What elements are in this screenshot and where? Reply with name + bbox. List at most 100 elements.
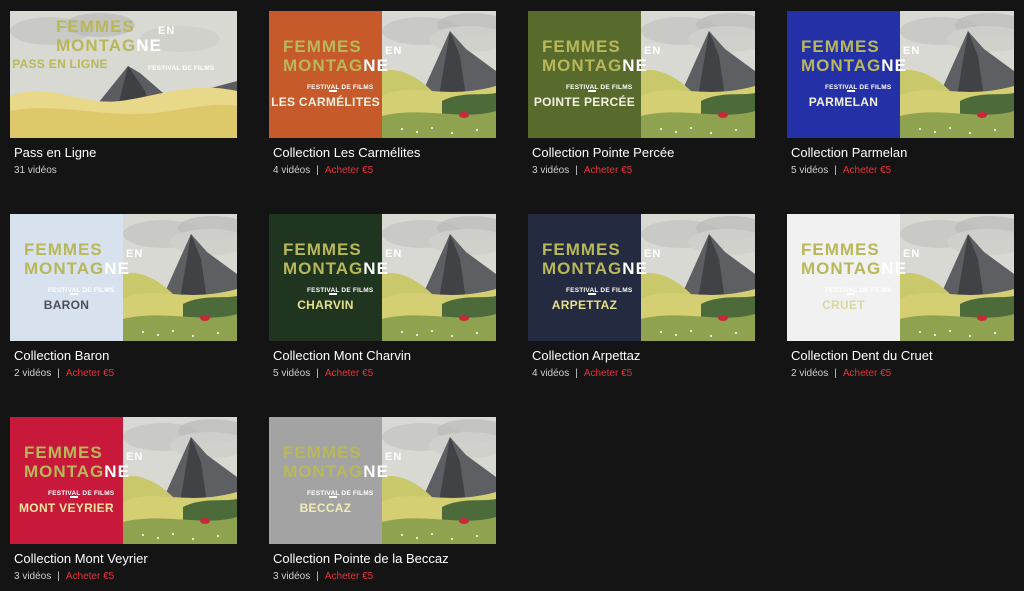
buy-link[interactable]: Acheter €5 bbox=[325, 571, 373, 582]
logo-line2a: MONTAG bbox=[24, 462, 105, 481]
collection-meta: 31 vidéos bbox=[14, 165, 57, 176]
collection-title[interactable]: Collection Les Carmélites bbox=[273, 145, 420, 160]
logo-line2a: MONTAG bbox=[801, 56, 882, 75]
logo-dash bbox=[847, 293, 855, 295]
logo-line2a: MONTAG bbox=[801, 259, 882, 278]
collection-thumbnail[interactable]: FEMMES EN MONTAGNE FESTIVAL DE FILMS CRU… bbox=[787, 214, 1014, 341]
collection-title[interactable]: Collection Dent du Cruet bbox=[791, 348, 933, 363]
collection-thumbnail[interactable]: FEMMES EN MONTAGNE FESTIVAL DE FILMS MON… bbox=[10, 417, 237, 544]
collections-grid: FEMMES EN MONTAGNE FESTIVAL DE FILMS PAS… bbox=[0, 0, 1024, 591]
collection-card[interactable]: FEMMES EN MONTAGNE FESTIVAL DE FILMS PAR… bbox=[787, 11, 1014, 176]
video-count: 5 vidéos bbox=[791, 165, 829, 176]
separator: | bbox=[834, 165, 837, 176]
logo-line2b: NE bbox=[363, 56, 389, 75]
logo-line1: FEMMES bbox=[801, 240, 880, 259]
collection-label: BECCAZ bbox=[299, 501, 352, 515]
logo-line2a: MONTAG bbox=[283, 462, 364, 481]
collection-card[interactable]: FEMMES EN MONTAGNE FESTIVAL DE FILMS PAS… bbox=[10, 11, 237, 176]
logo-line2b: NE bbox=[363, 259, 389, 278]
buy-link[interactable]: Acheter €5 bbox=[843, 165, 891, 176]
collection-title[interactable]: Collection Pointe Percée bbox=[532, 145, 674, 160]
logo-line2b: NE bbox=[104, 462, 130, 481]
logo-line1: FEMMES bbox=[801, 37, 880, 56]
video-count: 31 vidéos bbox=[14, 165, 57, 176]
collection-title[interactable]: Collection Arpettaz bbox=[532, 348, 640, 363]
logo-dash bbox=[329, 293, 337, 295]
collection-card[interactable]: FEMMES EN MONTAGNE FESTIVAL DE FILMS BEC… bbox=[269, 417, 496, 582]
logo-line2a: MONTAG bbox=[542, 56, 623, 75]
collection-card[interactable]: FEMMES EN MONTAGNE FESTIVAL DE FILMS POI… bbox=[528, 11, 755, 176]
collection-title[interactable]: Collection Baron bbox=[14, 348, 109, 363]
buy-link[interactable]: Acheter €5 bbox=[843, 368, 891, 379]
collection-title[interactable]: Collection Mont Veyrier bbox=[14, 551, 148, 566]
logo-line2b: NE bbox=[881, 56, 907, 75]
collection-meta: 4 vidéos | Acheter €5 bbox=[532, 368, 632, 379]
collection-card[interactable]: FEMMES EN MONTAGNE FESTIVAL DE FILMS CRU… bbox=[787, 214, 1014, 379]
collection-card[interactable]: FEMMES EN MONTAGNE FESTIVAL DE FILMS MON… bbox=[10, 417, 237, 582]
collection-card[interactable]: FEMMES EN MONTAGNE FESTIVAL DE FILMS LES… bbox=[269, 11, 496, 176]
collection-meta: 2 vidéos | Acheter €5 bbox=[791, 368, 891, 379]
collection-meta: 3 vidéos | Acheter €5 bbox=[532, 165, 632, 176]
collection-label: LES CARMÉLITES bbox=[271, 95, 380, 109]
logo-line1: FEMMES bbox=[542, 240, 621, 259]
collection-thumbnail[interactable]: FEMMES EN MONTAGNE FESTIVAL DE FILMS BEC… bbox=[269, 417, 496, 544]
separator: | bbox=[57, 368, 60, 379]
collection-title[interactable]: Collection Parmelan bbox=[791, 145, 907, 160]
video-count: 3 vidéos bbox=[14, 571, 52, 582]
video-count: 2 vidéos bbox=[14, 368, 52, 379]
collection-meta: 5 vidéos | Acheter €5 bbox=[273, 368, 373, 379]
logo-line2b: NE bbox=[622, 56, 648, 75]
logo-line1: FEMMES bbox=[56, 17, 135, 36]
separator: | bbox=[316, 165, 319, 176]
buy-link[interactable]: Acheter €5 bbox=[66, 571, 114, 582]
logo-line1: FEMMES bbox=[24, 240, 103, 259]
logo-dash bbox=[588, 293, 596, 295]
logo-line1: FEMMES bbox=[24, 443, 103, 462]
collection-thumbnail[interactable]: FEMMES EN MONTAGNE FESTIVAL DE FILMS ARP… bbox=[528, 214, 755, 341]
logo-line1: FEMMES bbox=[283, 443, 362, 462]
logo-line2a: MONTAG bbox=[542, 259, 623, 278]
collection-card[interactable]: FEMMES EN MONTAGNE FESTIVAL DE FILMS BAR… bbox=[10, 214, 237, 379]
collection-meta: 2 vidéos | Acheter €5 bbox=[14, 368, 114, 379]
buy-link[interactable]: Acheter €5 bbox=[325, 368, 373, 379]
logo-dash bbox=[847, 90, 855, 92]
video-count: 5 vidéos bbox=[273, 368, 311, 379]
collection-thumbnail[interactable]: FEMMES EN MONTAGNE FESTIVAL DE FILMS PAR… bbox=[787, 11, 1014, 138]
buy-link[interactable]: Acheter €5 bbox=[584, 368, 632, 379]
collection-label: POINTE PERCÉE bbox=[533, 95, 636, 109]
video-count: 4 vidéos bbox=[273, 165, 311, 176]
collection-title[interactable]: Collection Mont Charvin bbox=[273, 348, 411, 363]
logo-dash bbox=[329, 90, 337, 92]
logo-line2b: NE bbox=[104, 259, 130, 278]
logo-dash bbox=[70, 293, 78, 295]
collection-title[interactable]: Pass en Ligne bbox=[14, 145, 96, 160]
collection-label: BARON bbox=[43, 298, 90, 312]
buy-link[interactable]: Acheter €5 bbox=[325, 165, 373, 176]
collection-meta: 3 vidéos | Acheter €5 bbox=[14, 571, 114, 582]
separator: | bbox=[575, 165, 578, 176]
logo-line2b: NE bbox=[622, 259, 648, 278]
collection-thumbnail[interactable]: FEMMES EN MONTAGNE FESTIVAL DE FILMS BAR… bbox=[10, 214, 237, 341]
logo-line2a: MONTAG bbox=[24, 259, 105, 278]
logo-dash bbox=[70, 496, 78, 498]
collection-meta: 3 vidéos | Acheter €5 bbox=[273, 571, 373, 582]
collection-title[interactable]: Collection Pointe de la Beccaz bbox=[273, 551, 449, 566]
collection-label: CRUET bbox=[822, 298, 865, 312]
buy-link[interactable]: Acheter €5 bbox=[584, 165, 632, 176]
collection-card[interactable]: FEMMES EN MONTAGNE FESTIVAL DE FILMS CHA… bbox=[269, 214, 496, 379]
collection-meta: 4 vidéos | Acheter €5 bbox=[273, 165, 373, 176]
logo-line1: FEMMES bbox=[283, 240, 362, 259]
buy-link[interactable]: Acheter €5 bbox=[66, 368, 114, 379]
logo-dash bbox=[329, 496, 337, 498]
collection-card[interactable]: FEMMES EN MONTAGNE FESTIVAL DE FILMS ARP… bbox=[528, 214, 755, 379]
collection-thumbnail[interactable]: FEMMES EN MONTAGNE FESTIVAL DE FILMS POI… bbox=[528, 11, 755, 138]
collection-thumbnail[interactable]: FEMMES EN MONTAGNE FESTIVAL DE FILMS PAS… bbox=[10, 11, 237, 138]
collection-thumbnail[interactable]: FEMMES EN MONTAGNE FESTIVAL DE FILMS LES… bbox=[269, 11, 496, 138]
collection-label: PASS EN LIGNE bbox=[12, 57, 108, 71]
separator: | bbox=[316, 571, 319, 582]
video-count: 3 vidéos bbox=[273, 571, 311, 582]
separator: | bbox=[834, 368, 837, 379]
collection-thumbnail[interactable]: FEMMES EN MONTAGNE FESTIVAL DE FILMS CHA… bbox=[269, 214, 496, 341]
separator: | bbox=[316, 368, 319, 379]
video-count: 3 vidéos bbox=[532, 165, 570, 176]
